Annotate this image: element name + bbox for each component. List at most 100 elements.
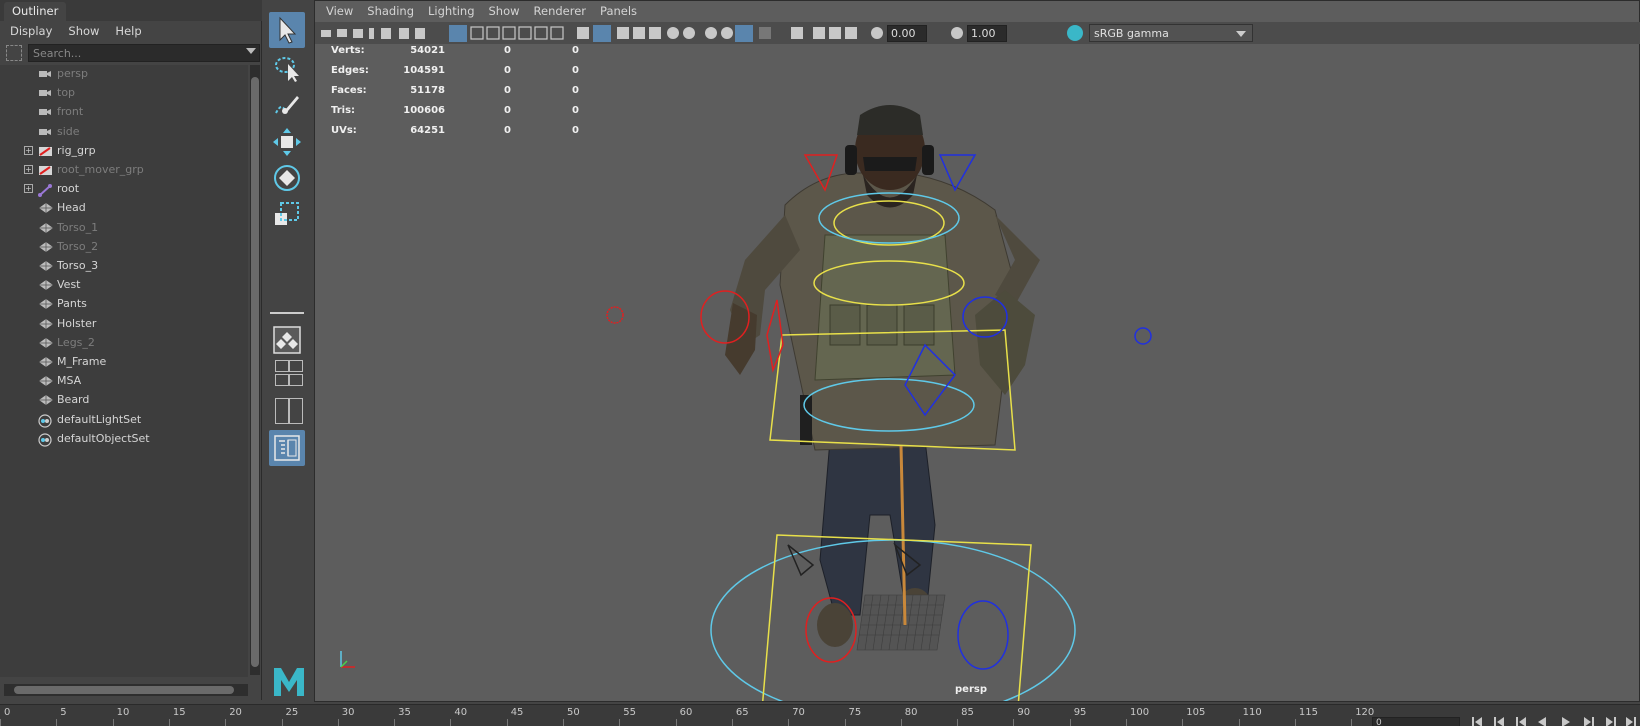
paint-select-tool-button[interactable] — [269, 88, 305, 124]
time-tick-mark — [112, 719, 114, 726]
outliner-item[interactable]: defaultLightSet — [0, 410, 248, 430]
depth-of-field-icon — [759, 27, 771, 39]
mesh-icon — [38, 298, 53, 310]
outliner-item[interactable]: Vest — [0, 275, 248, 295]
outliner-item[interactable]: Torso_1 — [0, 218, 248, 238]
outliner-item-label: Holster — [57, 316, 97, 330]
safe-action-icon — [534, 26, 548, 40]
outliner-item[interactable]: top — [0, 83, 248, 103]
four-pane-layout-icon[interactable] — [275, 360, 289, 372]
time-tick-label: 90 — [1017, 707, 1031, 718]
expand-icon[interactable]: + — [24, 184, 33, 194]
filter-handle-icon[interactable] — [6, 45, 22, 61]
outliner-item[interactable]: + rig_grp — [0, 141, 248, 161]
outliner-item[interactable]: Beard — [0, 390, 248, 410]
outliner-search-row: Search... — [0, 43, 262, 63]
outliner-item[interactable]: Head — [0, 198, 248, 218]
menu-lighting[interactable]: Lighting — [428, 4, 474, 22]
current-frame-field[interactable]: 0 — [1372, 717, 1460, 726]
time-tick-mark — [281, 719, 283, 726]
outliner-item-label: Legs_2 — [57, 335, 95, 349]
menu-display[interactable]: Display — [10, 24, 52, 38]
outliner-item[interactable]: M_Frame — [0, 352, 248, 372]
time-tick-label: 35 — [398, 707, 411, 718]
scale-icon — [275, 202, 299, 225]
lasso-tool-button[interactable] — [269, 50, 305, 86]
grid-toggle-icon — [449, 25, 467, 42]
outliner-layout-icon[interactable] — [289, 360, 303, 372]
scene-canvas[interactable] — [315, 45, 1640, 701]
time-tick-mark — [168, 719, 170, 726]
outliner-item[interactable]: defaultObjectSet — [0, 429, 248, 449]
time-slider[interactable]: 0 5 10 15 20 25 30 35 40 45 50 55 60 65 70 75 80 85 90 95 10… — [0, 704, 1640, 726]
step-back-frame-icon — [1516, 717, 1526, 726]
menu-show[interactable]: Show — [489, 4, 520, 22]
gamma-field[interactable]: 1.00 — [967, 25, 1007, 42]
move-tool-button[interactable] — [269, 124, 305, 160]
time-tick-label: 20 — [229, 707, 242, 718]
expand-icon[interactable]: + — [24, 145, 33, 155]
outliner-item[interactable]: persp — [0, 64, 248, 84]
use-all-lights-icon — [667, 27, 679, 39]
rotate-tool-button[interactable] — [269, 160, 305, 196]
time-tick-mark — [1238, 719, 1240, 726]
outliner-item[interactable]: Torso_3 — [0, 256, 248, 276]
select-tool-button[interactable] — [269, 12, 305, 48]
viewport-panel[interactable]: View Shading Lighting Show Renderer Pane… — [314, 0, 1640, 702]
expand-icon[interactable]: + — [24, 165, 33, 174]
outliner-item[interactable]: Legs_2 — [0, 333, 248, 353]
outliner-item-label: Torso_2 — [57, 239, 99, 253]
menu-show[interactable]: Show — [68, 24, 99, 38]
scroll-thumb[interactable] — [251, 77, 259, 667]
scale-tool-button[interactable] — [269, 196, 305, 232]
menu-view[interactable]: View — [326, 4, 353, 22]
outliner-persp-layout-button[interactable] — [269, 430, 305, 466]
menu-renderer[interactable]: Renderer — [534, 4, 587, 22]
step-back-key-icon — [1494, 717, 1504, 726]
wireframe-on-shaded-icon — [633, 27, 645, 39]
color-space-select[interactable]: sRGB gamma — [1089, 24, 1253, 42]
outliner-item[interactable]: Torso_2 — [0, 237, 248, 257]
search-options-arrow-icon[interactable] — [246, 48, 256, 54]
play-forwards-icon — [1562, 717, 1570, 726]
outliner-item[interactable]: Pants — [0, 294, 248, 314]
tab-outliner[interactable]: Outliner — [4, 2, 67, 21]
search-input[interactable]: Search... — [28, 44, 260, 62]
outliner-item[interactable]: + root — [0, 179, 248, 199]
time-tick-label: 15 — [172, 707, 186, 718]
xray-joints-icon — [813, 27, 825, 39]
two-pane-layout-icon[interactable] — [275, 398, 289, 424]
time-tick-label: 100 — [1130, 707, 1150, 718]
mesh-icon — [38, 318, 53, 330]
camera-icon — [38, 87, 52, 99]
outliner-item[interactable]: Holster — [0, 314, 248, 334]
persp-layout-icon[interactable] — [289, 398, 303, 424]
menu-panels[interactable]: Panels — [600, 4, 637, 22]
outliner-vertical-scrollbar[interactable] — [250, 65, 260, 675]
outliner-item[interactable]: MSA — [0, 371, 248, 391]
graph-layout-icon[interactable] — [275, 374, 289, 386]
group-icon — [38, 164, 52, 176]
time-tick-mark — [731, 719, 733, 726]
camera-icon — [38, 68, 52, 80]
hud-toggle-icon — [845, 27, 857, 39]
resolution-gate-icon — [486, 26, 500, 40]
outliner-item[interactable]: side — [0, 122, 248, 142]
toolbox — [264, 0, 310, 700]
time-tick-mark — [900, 719, 902, 726]
time-tick-mark — [844, 719, 846, 726]
rotate-icon — [274, 165, 300, 191]
exposure-field[interactable]: 0.00 — [887, 25, 927, 42]
single-layout-button[interactable] — [269, 322, 305, 358]
xray-icon — [649, 27, 661, 39]
hypershade-layout-icon[interactable] — [289, 374, 303, 386]
outliner-item[interactable]: + root_mover_grp — [0, 160, 248, 180]
outliner-tree: persp top front side + rig_grp + root_mover_grp… — [0, 65, 248, 677]
scroll-thumb[interactable] — [14, 686, 234, 694]
time-tick-mark — [563, 719, 564, 726]
menu-help[interactable]: Help — [115, 24, 141, 38]
left-ik-target-control — [606, 306, 624, 324]
outliner-horizontal-scrollbar[interactable] — [4, 684, 248, 696]
outliner-item[interactable]: front — [0, 102, 248, 122]
menu-shading[interactable]: Shading — [367, 4, 414, 22]
